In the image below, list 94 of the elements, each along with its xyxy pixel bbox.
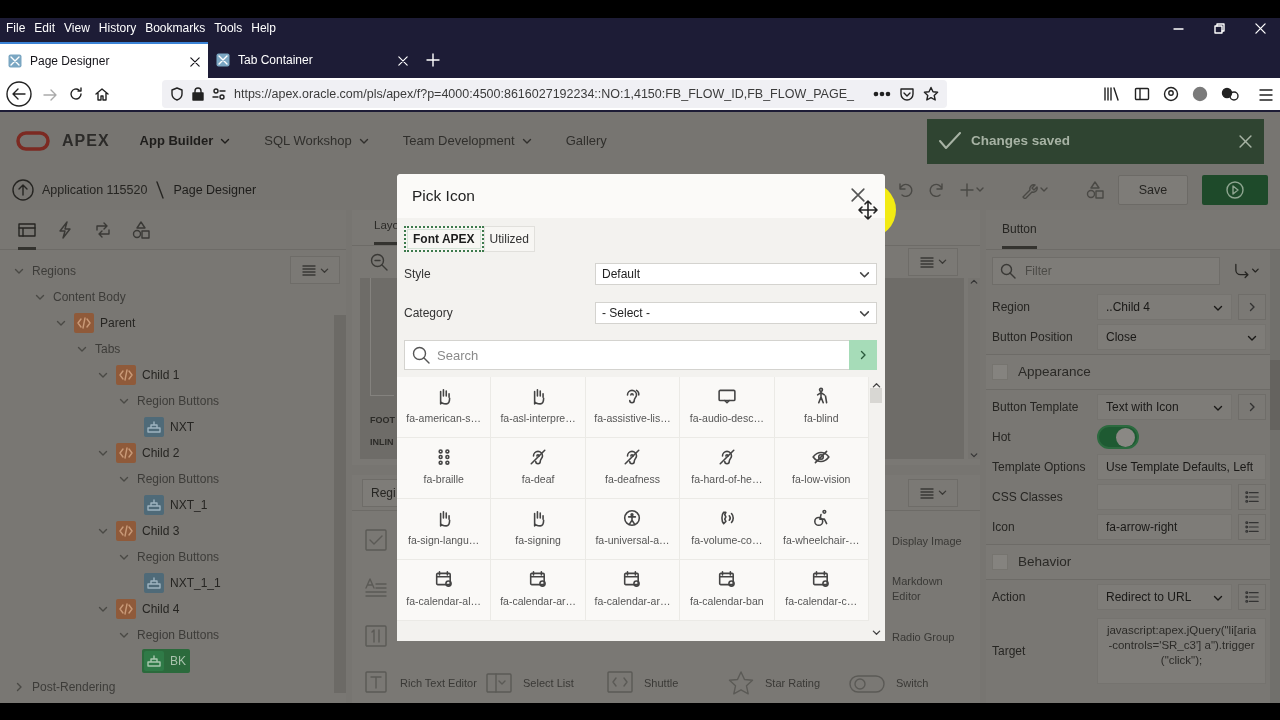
tree-item[interactable]: Region Buttons	[135, 467, 224, 491]
menu-item[interactable]: History	[98, 19, 137, 37]
tree-item[interactable]: Child 3	[114, 519, 184, 543]
tree-item[interactable]: Child 1	[114, 363, 184, 387]
icon-option[interactable]: fa-deafness	[585, 438, 681, 499]
icon-option[interactable]: fa-blind	[774, 377, 869, 438]
browser-tab[interactable]: Tab Container	[208, 42, 416, 78]
tree-item[interactable]: Region Buttons	[135, 623, 224, 647]
tree-item[interactable]: BK	[142, 649, 190, 673]
select-field[interactable]: Close	[1097, 324, 1266, 350]
icon-option[interactable]: fa-low-vision	[774, 438, 869, 499]
icon-option[interactable]: fa-calendar-ban	[680, 560, 775, 621]
text-field[interactable]: fa-arrow-right	[1097, 514, 1232, 540]
icon-option[interactable]: fa-calendar-al…	[397, 560, 492, 621]
icon-option[interactable]: fa-volume-co…	[680, 499, 775, 560]
tree-item[interactable]: NXT_1	[142, 493, 212, 517]
tree-item[interactable]: Region Buttons	[135, 545, 224, 569]
icon-option[interactable]: fa-assistive-lis…	[585, 377, 681, 438]
menu-item[interactable]: File	[6, 19, 26, 37]
menu-item[interactable]: Tools	[214, 19, 243, 37]
text-field[interactable]: Use Template Defaults, Left	[1097, 454, 1266, 480]
component-label[interactable]: Display Image	[892, 533, 972, 549]
tree-item[interactable]: Parent	[72, 311, 140, 335]
property-label: Region	[992, 299, 1032, 316]
tree-item[interactable]: Post-Rendering	[30, 675, 120, 699]
regions-tab[interactable]: Regi	[362, 478, 398, 507]
component-item[interactable]: Rich Text Editor	[364, 670, 485, 696]
text-area[interactable]: javascript:apex.jQuery("li[aria-controls='SR_c3'] a").trigger("click");	[1097, 618, 1266, 684]
app-logo-text: APEX	[62, 131, 110, 151]
component-item[interactable]: Star Rating	[727, 670, 848, 696]
nav-item[interactable]: App Builder	[139, 131, 231, 151]
property-label: CSS Classes	[992, 489, 1064, 506]
icon-option[interactable]: fa-wheelchair-…	[774, 499, 869, 560]
toast-message: Changes saved	[971, 131, 1071, 150]
search-field[interactable]: Search	[404, 340, 849, 370]
menu-item[interactable]: Help	[251, 19, 276, 37]
group-heading: Behavior	[1018, 552, 1072, 571]
tree-item[interactable]: Regions	[30, 259, 81, 283]
icon-option[interactable]: fa-deaf	[491, 438, 586, 499]
dialog-tab[interactable]: Utilized	[483, 226, 535, 252]
style-select[interactable]: Default	[595, 263, 877, 285]
nav-item[interactable]: SQL Workshop	[264, 131, 369, 151]
tree-item[interactable]: NXT_1_1	[142, 571, 225, 595]
nav-item[interactable]: Team Development	[402, 131, 532, 151]
icon-option[interactable]: fa-universal-a…	[585, 499, 681, 560]
icon-option[interactable]: fa-hard-of-he…	[680, 438, 775, 499]
icon-option[interactable]: fa-sign-langu…	[397, 499, 492, 560]
component-item[interactable]: Shuttle	[606, 670, 727, 696]
property-label: Icon	[992, 519, 1016, 536]
field-label: Style	[404, 266, 432, 283]
breadcrumb-link[interactable]: Application 115520	[42, 180, 148, 200]
property-label: Target	[992, 643, 1027, 660]
field-label: Category	[404, 305, 454, 322]
component-item[interactable]: Select List	[485, 670, 606, 696]
property-label: Template Options	[992, 459, 1087, 476]
breadcrumb-current: Page Designer	[173, 181, 257, 199]
component-label[interactable]: Markdown Editor	[892, 574, 972, 604]
icon-option[interactable]: fa-audio-desc…	[680, 377, 775, 438]
canvas-position-label: INLIN	[370, 435, 394, 449]
category-select[interactable]: - Select -	[595, 302, 877, 324]
dialog-tab[interactable]: Font APEX	[404, 226, 484, 252]
group-heading: Appearance	[1018, 362, 1091, 381]
tree-item[interactable]: Content Body	[51, 285, 130, 309]
icon-option[interactable]: fa-braille	[397, 438, 492, 499]
component-label[interactable]: Radio Group	[892, 629, 972, 645]
component-item[interactable]: Switch	[848, 670, 969, 696]
property-label: Hot	[992, 429, 1012, 446]
tree-item[interactable]: Tabs	[93, 337, 125, 361]
icon-option[interactable]: fa-calendar-c…	[774, 560, 869, 621]
menu-item[interactable]: View	[64, 19, 90, 37]
address-bar[interactable]: https://apex.oracle.com/pls/apex/f?p=4000:4500:8616027192234::NO:1,4150:FB_FLOW_ID,FB_FLOW_PAGE_	[162, 80, 947, 108]
menu-item[interactable]: Bookmarks	[145, 19, 206, 37]
canvas-position-label: FOOT	[370, 414, 395, 427]
property-label: Button Position	[992, 329, 1074, 346]
browser-tab[interactable]: Page Designer	[0, 42, 208, 78]
property-tab[interactable]: Button	[1002, 220, 1037, 249]
icon-option[interactable]: fa-calendar-ar…	[585, 560, 681, 621]
property-label: Button Template	[992, 399, 1080, 416]
select-field[interactable]: ..Child 4	[1097, 294, 1232, 320]
icon-option[interactable]: fa-signing	[491, 499, 586, 560]
icon-option[interactable]: fa-american-s…	[397, 377, 492, 438]
dialog-title: Pick Icon	[412, 186, 475, 207]
save-button[interactable]: Save	[1118, 175, 1188, 205]
select-field[interactable]: Redirect to URL	[1097, 584, 1232, 610]
tree-item[interactable]: NXT	[142, 415, 198, 439]
select-field[interactable]: Text with Icon	[1097, 394, 1232, 420]
tree-item[interactable]: Child 4	[114, 597, 184, 621]
tree-item[interactable]: Region Buttons	[135, 389, 224, 413]
icon-option[interactable]: fa-asl-interpre…	[491, 377, 586, 438]
icon-option[interactable]: fa-calendar-ar…	[491, 560, 586, 621]
tree-item[interactable]: Child 2	[114, 441, 184, 465]
property-label: Action	[992, 589, 1027, 606]
menu-item[interactable]: Edit	[34, 19, 56, 37]
nav-item[interactable]: Gallery	[565, 131, 607, 151]
